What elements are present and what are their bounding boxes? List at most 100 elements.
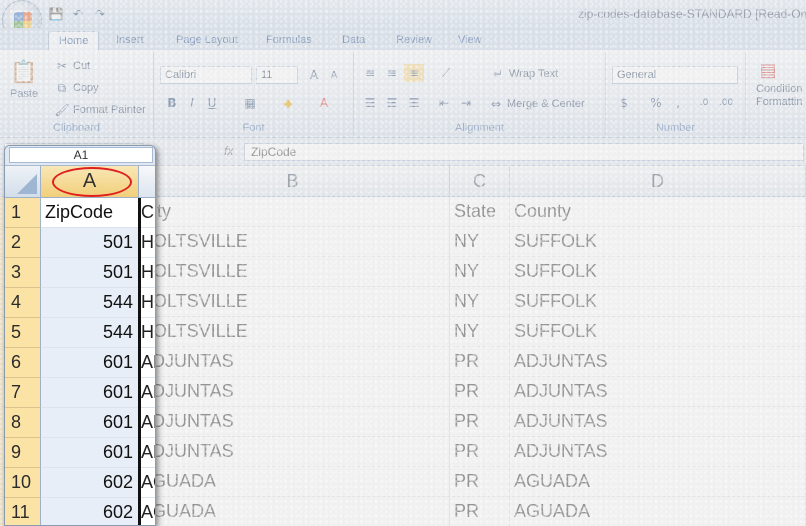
increase-indent-icon[interactable]: ⇥ <box>456 94 476 112</box>
zoom-row-header[interactable]: 9 <box>5 438 41 468</box>
zoom-row-header[interactable]: 2 <box>5 228 41 258</box>
align-top-icon[interactable]: ≡ <box>360 64 380 82</box>
zoom-cell-zipcode[interactable]: 601 <box>41 408 139 438</box>
formula-input[interactable]: ZipCode <box>244 143 804 161</box>
zoom-cell-city-edge[interactable]: ADJUNTAS <box>139 438 155 468</box>
cell-county[interactable]: ADJUNTAS <box>510 437 806 467</box>
cut-button[interactable]: ✂ Cut <box>54 58 90 74</box>
cell-state[interactable]: NY <box>450 317 510 347</box>
zoom-cell-city-edge[interactable]: ADJUNTAS <box>139 348 155 378</box>
cell-state[interactable]: State <box>450 197 510 227</box>
cell-county[interactable]: SUFFOLK <box>510 227 806 257</box>
cell-city[interactable]: ADJUNTAS <box>136 437 450 467</box>
merge-center-button[interactable]: ⇔ Merge & Center <box>488 96 585 112</box>
tab-formulas[interactable]: Formulas <box>256 31 322 50</box>
zoom-cell-zipcode[interactable]: 544 <box>41 288 139 318</box>
cell-state[interactable]: NY <box>450 227 510 257</box>
cell-city[interactable]: AGUADA <box>136 467 450 497</box>
cell-state[interactable]: NY <box>450 257 510 287</box>
cell-county[interactable]: AGUADA <box>510 497 806 526</box>
zoom-cell-zipcode[interactable]: 501 <box>41 258 139 288</box>
conditional-formatting-button[interactable]: ▤ Condition Formattin <box>756 58 802 109</box>
zoom-cell-city-edge[interactable]: HOLTSVILLE <box>139 288 155 318</box>
zoom-cell-city-edge[interactable]: AGUADA <box>139 498 155 525</box>
paste-button[interactable]: 📋 Paste <box>10 58 38 101</box>
zoom-cell-zipcode[interactable]: 601 <box>41 438 139 468</box>
align-right-icon[interactable]: ☰ <box>404 94 424 112</box>
zoom-cell-city-edge[interactable]: HOLTSVILLE <box>139 258 155 288</box>
cell-city[interactable]: ADJUNTAS <box>136 377 450 407</box>
zoom-cell-zipcode[interactable]: ZipCode <box>41 198 139 228</box>
tab-home[interactable]: Home <box>48 31 100 50</box>
cell-county[interactable]: ADJUNTAS <box>510 377 806 407</box>
zoom-cell-city-edge[interactable]: City <box>139 198 155 228</box>
wrap-text-button[interactable]: ↵ Wrap Text <box>490 66 558 82</box>
grow-font-icon[interactable]: A <box>304 66 324 84</box>
percent-icon[interactable]: % <box>646 94 666 112</box>
cell-county[interactable]: County <box>510 197 806 227</box>
zoom-row-header[interactable]: 4 <box>5 288 41 318</box>
zoom-cell-zipcode[interactable]: 601 <box>41 348 139 378</box>
cell-state[interactable]: PR <box>450 377 510 407</box>
redo-icon[interactable]: ↷ <box>92 6 108 22</box>
zoom-cell-city-edge[interactable]: AGUADA <box>139 468 155 498</box>
bold-icon[interactable]: B <box>162 94 182 112</box>
font-name-combo[interactable]: Calibri <box>160 66 252 84</box>
zoom-cell-city-edge[interactable]: HOLTSVILLE <box>139 318 155 348</box>
zoom-cell-zipcode[interactable]: 501 <box>41 228 139 258</box>
tab-review[interactable]: Review <box>386 31 442 50</box>
comma-icon[interactable]: , <box>668 94 688 112</box>
format-painter-button[interactable]: 🖌 Format Painter <box>54 102 145 118</box>
copy-button[interactable]: ⧉ Copy <box>54 80 99 96</box>
italic-icon[interactable]: I <box>182 94 202 112</box>
undo-icon[interactable]: ↶ <box>70 6 86 22</box>
cell-state[interactable]: PR <box>450 497 510 526</box>
cell-state[interactable]: PR <box>450 347 510 377</box>
zoom-cell-city-edge[interactable]: ADJUNTAS <box>139 408 155 438</box>
align-bottom-icon[interactable]: ≡ <box>404 64 424 82</box>
zoom-cell-zipcode[interactable]: 602 <box>41 498 139 525</box>
increase-decimal-icon[interactable]: .0 <box>694 94 714 112</box>
cell-county[interactable]: SUFFOLK <box>510 257 806 287</box>
cell-county[interactable]: ADJUNTAS <box>510 407 806 437</box>
cell-city[interactable]: HOLTSVILLE <box>136 287 450 317</box>
cell-city[interactable]: HOLTSVILLE <box>136 257 450 287</box>
zoom-row-header[interactable]: 6 <box>5 348 41 378</box>
zoom-row-header[interactable]: 7 <box>5 378 41 408</box>
align-left-icon[interactable]: ☰ <box>360 94 380 112</box>
tab-insert[interactable]: Insert <box>106 31 154 50</box>
column-header-d[interactable]: D <box>510 166 806 197</box>
zoom-cell-city-edge[interactable]: ADJUNTAS <box>139 378 155 408</box>
tab-page-layout[interactable]: Page Layout <box>166 31 248 50</box>
cell-state[interactable]: NY <box>450 287 510 317</box>
decrease-indent-icon[interactable]: ⇤ <box>434 94 454 112</box>
column-header-b[interactable]: B <box>136 166 450 197</box>
cell-county[interactable]: ADJUNTAS <box>510 347 806 377</box>
zoom-row-header[interactable]: 1 <box>5 198 41 228</box>
cell-city[interactable]: ADJUNTAS <box>136 347 450 377</box>
zoom-row-header[interactable]: 8 <box>5 408 41 438</box>
borders-icon[interactable]: ▦ <box>240 94 260 112</box>
cell-city[interactable]: AGUADA <box>136 497 450 526</box>
cell-state[interactable]: PR <box>450 437 510 467</box>
align-center-icon[interactable]: ☰ <box>382 94 402 112</box>
zoom-cell-zipcode[interactable]: 602 <box>41 468 139 498</box>
tab-data[interactable]: Data <box>332 31 375 50</box>
cell-state[interactable]: PR <box>450 407 510 437</box>
cell-city[interactable]: HOLTSVILLE <box>136 317 450 347</box>
cell-state[interactable]: PR <box>450 467 510 497</box>
zoom-row-header[interactable]: 11 <box>5 498 41 525</box>
number-format-combo[interactable]: General <box>612 66 738 84</box>
zoom-name-box-value[interactable]: A1 <box>9 147 153 163</box>
zoom-select-all-corner[interactable] <box>5 166 41 198</box>
shrink-font-icon[interactable]: A <box>324 66 344 84</box>
zoom-row-header[interactable]: 5 <box>5 318 41 348</box>
zoom-column-header-b[interactable] <box>139 166 155 198</box>
insert-function-icon[interactable]: fx <box>224 144 233 158</box>
cell-county[interactable]: SUFFOLK <box>510 287 806 317</box>
zoom-cell-city-edge[interactable]: HOLTSVILLE <box>139 228 155 258</box>
zoom-cell-zipcode[interactable]: 601 <box>41 378 139 408</box>
font-size-combo[interactable]: 11 <box>256 66 298 84</box>
zoom-row-header[interactable]: 3 <box>5 258 41 288</box>
tab-view[interactable]: View <box>448 31 492 50</box>
